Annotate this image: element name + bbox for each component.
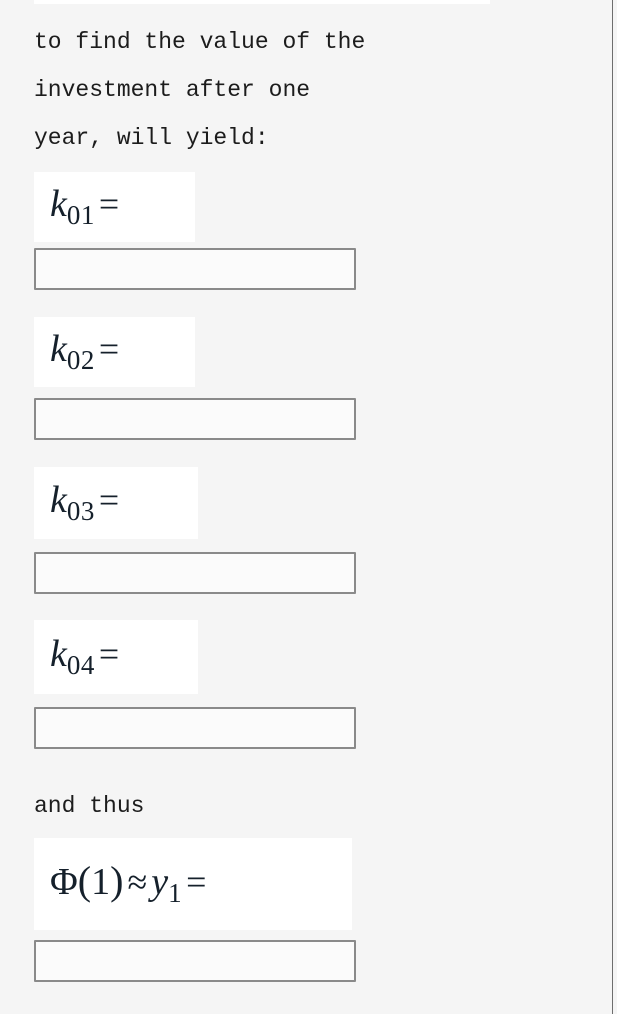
formula-k01-math: k01 = [50, 185, 123, 229]
formula-k03-math: k03 = [50, 481, 123, 525]
page-right-rule [612, 0, 613, 1014]
formula-k02: k02 = [34, 317, 195, 387]
answer-input-phi1[interactable] [34, 940, 356, 982]
answer-input-k01[interactable] [34, 248, 356, 290]
formula-k04-math: k04 = [50, 635, 123, 679]
formula-k01-variable: k [50, 182, 67, 225]
exercise-page: to find the value of the investment afte… [0, 0, 617, 1014]
and-thus-text: and thus [34, 793, 145, 819]
formula-phi1-argument: 1 [91, 860, 111, 903]
formula-k04-subscript: 04 [66, 650, 95, 681]
formula-phi1-variable: y [151, 860, 169, 903]
formula-k02-math: k02 = [50, 330, 123, 374]
formula-k01: k01 = [34, 172, 195, 242]
answer-input-k03[interactable] [34, 552, 356, 594]
intro-line-2: investment after one [34, 77, 311, 103]
formula-phi1-open-paren: ( [77, 857, 92, 903]
formula-k02-operator: = [98, 328, 120, 369]
formula-phi1: Φ(1) ≈ y1 = [34, 838, 352, 930]
formula-k04-variable: k [50, 632, 67, 675]
formula-k03-operator: = [98, 479, 120, 520]
answer-input-k02[interactable] [34, 398, 356, 440]
intro-line-1: to find the value of the [34, 29, 366, 55]
formula-k04: k04 = [34, 620, 198, 694]
clipped-formula-strip [34, 0, 490, 4]
formula-k04-operator: = [98, 633, 120, 674]
formula-phi1-approx: ≈ [127, 861, 148, 902]
formula-k02-subscript: 02 [66, 345, 95, 376]
formula-k02-variable: k [50, 327, 67, 370]
formula-phi1-operator: = [186, 861, 207, 902]
formula-k03-variable: k [50, 478, 67, 521]
formula-k03: k03 = [34, 467, 198, 539]
formula-phi1-math: Φ(1) ≈ y1 = [50, 857, 210, 909]
formula-k01-subscript: 01 [66, 200, 95, 231]
answer-input-k04[interactable] [34, 707, 356, 749]
formula-phi1-phi: Φ [50, 860, 78, 903]
formula-k01-operator: = [98, 183, 120, 224]
intro-line-3: year, will yield: [34, 125, 269, 151]
formula-phi1-subscript: 1 [168, 878, 183, 909]
formula-k03-subscript: 03 [66, 496, 95, 527]
formula-phi1-close-paren: ) [110, 857, 124, 903]
